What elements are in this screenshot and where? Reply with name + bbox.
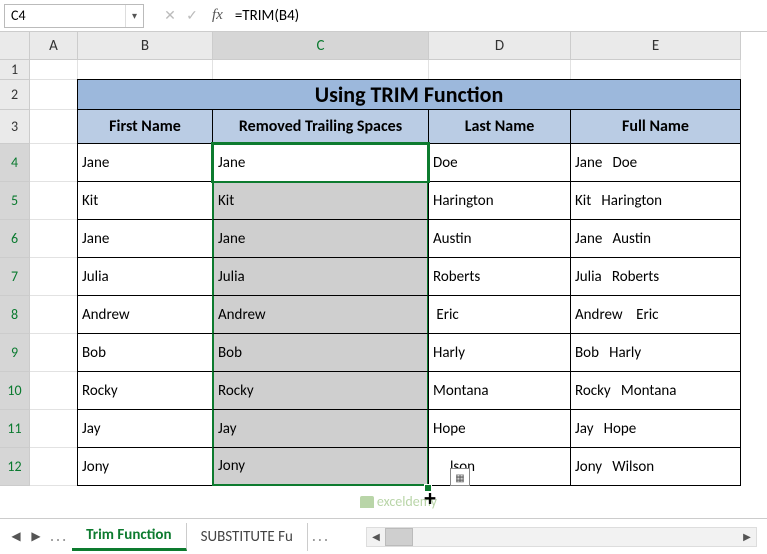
cell-trim-12[interactable]: Jony: [212, 447, 429, 486]
cell-full-12[interactable]: Jony Wilson: [570, 447, 741, 486]
name-box-wrap: C4 ▾: [4, 4, 144, 28]
cell-trim-4[interactable]: Jane: [212, 143, 429, 182]
confirm-icon[interactable]: ✓: [184, 8, 200, 24]
cell-full-5[interactable]: Kit Harington: [570, 181, 741, 220]
cell-last-4[interactable]: Doe: [428, 143, 571, 182]
scroll-left-icon[interactable]: ◀: [367, 528, 385, 546]
tab-nav-right-icon[interactable]: ▶: [26, 527, 46, 547]
row-header-2[interactable]: 2: [0, 80, 30, 110]
cell-trim-7[interactable]: Julia: [212, 257, 429, 296]
cell-full-8[interactable]: Andrew Eric: [570, 295, 741, 334]
row-header-1[interactable]: 1: [0, 60, 30, 80]
col-header-E[interactable]: E: [571, 32, 741, 60]
row-header-10[interactable]: 10: [0, 372, 30, 410]
row-header-5[interactable]: 5: [0, 182, 30, 220]
cell-A5[interactable]: [30, 182, 78, 220]
sheet-tabs-bar: ◀ ▶ ... Trim Function SUBSTITUTE Fu ... …: [0, 518, 767, 554]
cell-trim-10[interactable]: Rocky: [212, 371, 429, 410]
header-removed[interactable]: Removed Trailing Spaces: [212, 109, 429, 144]
cell-first-9[interactable]: Bob: [77, 333, 213, 372]
header-first-name[interactable]: First Name: [77, 109, 213, 144]
cell-last-7[interactable]: Roberts: [428, 257, 571, 296]
name-box-dropdown-icon[interactable]: ▾: [125, 5, 143, 27]
cell-first-10[interactable]: Rocky: [77, 371, 213, 410]
horizontal-scrollbar[interactable]: ◀ ▶: [366, 527, 757, 547]
formula-bar: C4 ▾ ✕ ✓ fx =TRIM(B4): [0, 0, 767, 32]
cancel-icon[interactable]: ✕: [162, 8, 178, 24]
cell-B1[interactable]: [78, 60, 213, 80]
scroll-track[interactable]: [385, 528, 738, 546]
fill-cursor-icon: +: [424, 488, 436, 508]
cell-full-7[interactable]: Julia Roberts: [570, 257, 741, 296]
row-header-8[interactable]: 8: [0, 296, 30, 334]
cell-first-5[interactable]: Kit: [77, 181, 213, 220]
cell-A2[interactable]: [30, 80, 78, 110]
row-header-3[interactable]: 3: [0, 110, 30, 144]
cell-A8[interactable]: [30, 296, 78, 334]
cell-A4[interactable]: [30, 144, 78, 182]
sheet-tab-trim-function[interactable]: Trim Function: [72, 523, 186, 551]
cell-full-9[interactable]: Bob Harly: [570, 333, 741, 372]
row-header-9[interactable]: 9: [0, 334, 30, 372]
cell-A6[interactable]: [30, 220, 78, 258]
tab-overflow-icon[interactable]: ...: [312, 527, 330, 546]
row-header-7[interactable]: 7: [0, 258, 30, 296]
cell-full-11[interactable]: Jay Hope: [570, 409, 741, 448]
fx-icon[interactable]: fx: [212, 7, 223, 24]
tab-nav-more-icon[interactable]: ...: [50, 527, 68, 546]
cell-trim-6[interactable]: Jane: [212, 219, 429, 258]
col-header-C[interactable]: C: [213, 32, 429, 60]
cell-A12[interactable]: [30, 448, 78, 486]
tab-nav-left-icon[interactable]: ◀: [6, 527, 26, 547]
cell-A1[interactable]: [30, 60, 78, 80]
cell-last-11[interactable]: Hope: [428, 409, 571, 448]
table-title[interactable]: Using TRIM Function: [77, 79, 741, 110]
cell-last-5[interactable]: Harington: [428, 181, 571, 220]
formula-controls: ✕ ✓: [154, 8, 208, 24]
cell-first-11[interactable]: Jay: [77, 409, 213, 448]
row-header-4[interactable]: 4: [0, 144, 30, 182]
cell-D1[interactable]: [429, 60, 571, 80]
cell-last-6[interactable]: Austin: [428, 219, 571, 258]
cell-first-7[interactable]: Julia: [77, 257, 213, 296]
cell-trim-8[interactable]: Andrew: [212, 295, 429, 334]
cell-full-10[interactable]: Rocky Montana: [570, 371, 741, 410]
header-full-name[interactable]: Full Name: [570, 109, 741, 144]
cell-full-6[interactable]: Jane Austin: [570, 219, 741, 258]
scroll-right-icon[interactable]: ▶: [738, 528, 756, 546]
row-header-11[interactable]: 11: [0, 410, 30, 448]
cell-A9[interactable]: [30, 334, 78, 372]
col-header-A[interactable]: A: [30, 32, 78, 60]
cell-last-8[interactable]: Eric: [428, 295, 571, 334]
cell-first-4[interactable]: Jane: [77, 143, 213, 182]
col-header-D[interactable]: D: [429, 32, 571, 60]
watermark-icon: [360, 496, 374, 508]
select-all-corner[interactable]: [0, 32, 30, 60]
formula-input[interactable]: =TRIM(B4): [231, 7, 763, 25]
cell-first-6[interactable]: Jane: [77, 219, 213, 258]
sheet-tab-substitute[interactable]: SUBSTITUTE Fu: [187, 523, 308, 551]
worksheet-grid[interactable]: A B C D E 1 2 Using TRIM Function 3 Firs…: [0, 32, 767, 486]
cell-C1[interactable]: [213, 60, 429, 80]
name-box[interactable]: C4: [5, 7, 125, 24]
scroll-thumb[interactable]: [385, 528, 413, 546]
row-header-6[interactable]: 6: [0, 220, 30, 258]
cell-first-12[interactable]: Jony: [77, 447, 213, 486]
cell-A10[interactable]: [30, 372, 78, 410]
cell-trim-9[interactable]: Bob: [212, 333, 429, 372]
cell-trim-11[interactable]: Jay: [212, 409, 429, 448]
cell-A3[interactable]: [30, 110, 78, 144]
cell-A11[interactable]: [30, 410, 78, 448]
autofill-options-icon[interactable]: ▦: [450, 468, 470, 486]
cell-last-9[interactable]: Harly: [428, 333, 571, 372]
cell-trim-5[interactable]: Kit: [212, 181, 429, 220]
row-header-12[interactable]: 12: [0, 448, 30, 486]
cell-A7[interactable]: [30, 258, 78, 296]
cell-last-10[interactable]: Montana: [428, 371, 571, 410]
cell-E1[interactable]: [571, 60, 741, 80]
cell-first-8[interactable]: Andrew: [77, 295, 213, 334]
header-last-name[interactable]: Last Name: [428, 109, 571, 144]
col-header-B[interactable]: B: [78, 32, 213, 60]
cell-full-4[interactable]: Jane Doe: [570, 143, 741, 182]
